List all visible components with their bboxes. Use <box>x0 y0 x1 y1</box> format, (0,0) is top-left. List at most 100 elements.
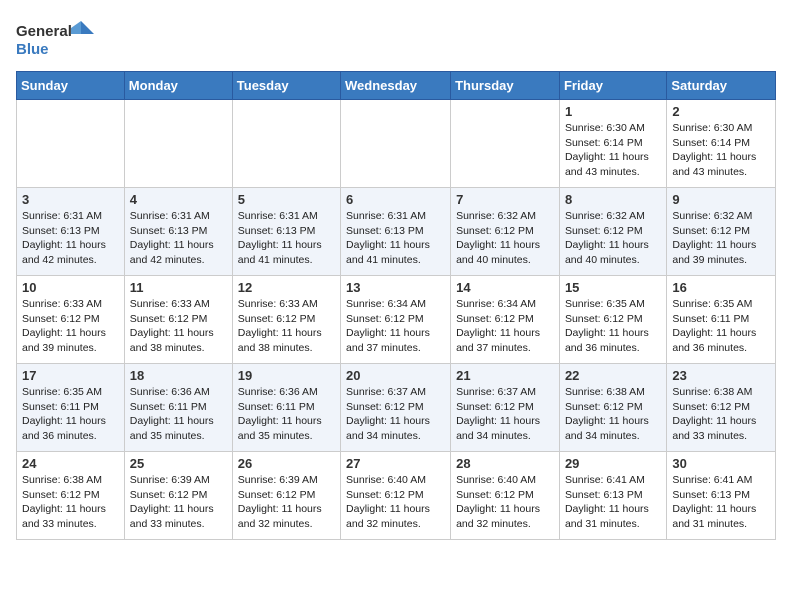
weekday-header-wednesday: Wednesday <box>341 72 451 100</box>
calendar-table: SundayMondayTuesdayWednesdayThursdayFrid… <box>16 71 776 540</box>
calendar-cell: 14 Sunrise: 6:34 AM Sunset: 6:12 PM Dayli… <box>451 276 560 364</box>
calendar-cell: 7Sunrise: 6:32 AM Sunset: 6:12 PM Daylig… <box>451 188 560 276</box>
day-info: Sunrise: 6:39 AM Sunset: 6:12 PM Dayligh… <box>130 473 227 532</box>
day-info: Sunrise: 6:41 AM Sunset: 6:13 PM Dayligh… <box>565 473 661 532</box>
day-number: 2 <box>672 104 770 119</box>
day-number: 20 <box>346 368 445 383</box>
weekday-header-tuesday: Tuesday <box>232 72 340 100</box>
day-number: 19 <box>238 368 335 383</box>
day-number: 17 <box>22 368 119 383</box>
day-info: Sunrise: 6:39 AM Sunset: 6:12 PM Dayligh… <box>238 473 335 532</box>
page-header: GeneralBlue <box>16 16 776 61</box>
calendar-cell: 25 Sunrise: 6:39 AM Sunset: 6:12 PM Dayli… <box>124 452 232 540</box>
day-number: 30 <box>672 456 770 471</box>
logo: GeneralBlue <box>16 16 96 61</box>
calendar-cell: 2 Sunrise: 6:30 AM Sunset: 6:14 PM Daylig… <box>667 100 776 188</box>
calendar-cell: 26 Sunrise: 6:39 AM Sunset: 6:12 PM Dayli… <box>232 452 340 540</box>
day-info: Sunrise: 6:31 AM Sunset: 6:13 PM Dayligh… <box>130 209 227 268</box>
day-number: 28 <box>456 456 554 471</box>
calendar-week-row: 17 Sunrise: 6:35 AM Sunset: 6:11 PM Dayli… <box>17 364 776 452</box>
day-number: 24 <box>22 456 119 471</box>
calendar-cell: 24 Sunrise: 6:38 AM Sunset: 6:12 PM Dayli… <box>17 452 125 540</box>
logo-svg: GeneralBlue <box>16 16 96 61</box>
day-number: 10 <box>22 280 119 295</box>
day-info: Sunrise: 6:33 AM Sunset: 6:12 PM Dayligh… <box>130 297 227 356</box>
day-number: 7 <box>456 192 554 207</box>
svg-text:Blue: Blue <box>16 41 49 58</box>
calendar-cell: 20 Sunrise: 6:37 AM Sunset: 6:12 PM Dayli… <box>341 364 451 452</box>
day-info: Sunrise: 6:38 AM Sunset: 6:12 PM Dayligh… <box>565 385 661 444</box>
day-info: Sunrise: 6:37 AM Sunset: 6:12 PM Dayligh… <box>346 385 445 444</box>
day-number: 5 <box>238 192 335 207</box>
day-info: Sunrise: 6:33 AM Sunset: 6:12 PM Dayligh… <box>238 297 335 356</box>
day-number: 1 <box>565 104 661 119</box>
day-number: 23 <box>672 368 770 383</box>
calendar-cell <box>232 100 340 188</box>
day-info: Sunrise: 6:30 AM Sunset: 6:14 PM Dayligh… <box>565 121 661 180</box>
day-number: 4 <box>130 192 227 207</box>
calendar-cell <box>124 100 232 188</box>
calendar-cell: 12 Sunrise: 6:33 AM Sunset: 6:12 PM Dayli… <box>232 276 340 364</box>
weekday-header-monday: Monday <box>124 72 232 100</box>
day-info: Sunrise: 6:30 AM Sunset: 6:14 PM Dayligh… <box>672 121 770 180</box>
day-number: 8 <box>565 192 661 207</box>
day-info: Sunrise: 6:40 AM Sunset: 6:12 PM Dayligh… <box>346 473 445 532</box>
calendar-cell: 11 Sunrise: 6:33 AM Sunset: 6:12 PM Dayli… <box>124 276 232 364</box>
day-number: 12 <box>238 280 335 295</box>
day-info: Sunrise: 6:31 AM Sunset: 6:13 PM Dayligh… <box>238 209 335 268</box>
day-info: Sunrise: 6:40 AM Sunset: 6:12 PM Dayligh… <box>456 473 554 532</box>
calendar-cell: 30Sunrise: 6:41 AM Sunset: 6:13 PM Dayli… <box>667 452 776 540</box>
day-number: 11 <box>130 280 227 295</box>
day-number: 27 <box>346 456 445 471</box>
day-number: 21 <box>456 368 554 383</box>
calendar-week-row: 1 Sunrise: 6:30 AM Sunset: 6:14 PM Daylig… <box>17 100 776 188</box>
svg-text:General: General <box>16 23 72 40</box>
day-number: 3 <box>22 192 119 207</box>
weekday-header-thursday: Thursday <box>451 72 560 100</box>
calendar-cell: 21Sunrise: 6:37 AM Sunset: 6:12 PM Dayli… <box>451 364 560 452</box>
day-info: Sunrise: 6:35 AM Sunset: 6:11 PM Dayligh… <box>672 297 770 356</box>
calendar-cell: 18 Sunrise: 6:36 AM Sunset: 6:11 PM Dayli… <box>124 364 232 452</box>
day-number: 9 <box>672 192 770 207</box>
day-info: Sunrise: 6:31 AM Sunset: 6:13 PM Dayligh… <box>22 209 119 268</box>
day-number: 18 <box>130 368 227 383</box>
calendar-cell: 8Sunrise: 6:32 AM Sunset: 6:12 PM Daylig… <box>559 188 666 276</box>
calendar-cell: 1 Sunrise: 6:30 AM Sunset: 6:14 PM Daylig… <box>559 100 666 188</box>
weekday-header-sunday: Sunday <box>17 72 125 100</box>
day-info: Sunrise: 6:34 AM Sunset: 6:12 PM Dayligh… <box>346 297 445 356</box>
calendar-cell: 3 Sunrise: 6:31 AM Sunset: 6:13 PM Daylig… <box>17 188 125 276</box>
calendar-cell: 22Sunrise: 6:38 AM Sunset: 6:12 PM Dayli… <box>559 364 666 452</box>
calendar-cell: 13 Sunrise: 6:34 AM Sunset: 6:12 PM Dayli… <box>341 276 451 364</box>
day-info: Sunrise: 6:32 AM Sunset: 6:12 PM Dayligh… <box>672 209 770 268</box>
calendar-cell: 9 Sunrise: 6:32 AM Sunset: 6:12 PM Daylig… <box>667 188 776 276</box>
calendar-cell: 29 Sunrise: 6:41 AM Sunset: 6:13 PM Dayli… <box>559 452 666 540</box>
day-info: Sunrise: 6:38 AM Sunset: 6:12 PM Dayligh… <box>22 473 119 532</box>
day-number: 26 <box>238 456 335 471</box>
calendar-cell: 28 Sunrise: 6:40 AM Sunset: 6:12 PM Dayli… <box>451 452 560 540</box>
calendar-cell: 23 Sunrise: 6:38 AM Sunset: 6:12 PM Dayli… <box>667 364 776 452</box>
weekday-header-friday: Friday <box>559 72 666 100</box>
calendar-cell: 16 Sunrise: 6:35 AM Sunset: 6:11 PM Dayli… <box>667 276 776 364</box>
calendar-cell: 10 Sunrise: 6:33 AM Sunset: 6:12 PM Dayli… <box>17 276 125 364</box>
weekday-header-saturday: Saturday <box>667 72 776 100</box>
calendar-cell: 19Sunrise: 6:36 AM Sunset: 6:11 PM Dayli… <box>232 364 340 452</box>
weekday-header-row: SundayMondayTuesdayWednesdayThursdayFrid… <box>17 72 776 100</box>
day-info: Sunrise: 6:35 AM Sunset: 6:12 PM Dayligh… <box>565 297 661 356</box>
day-number: 14 <box>456 280 554 295</box>
calendar-cell: 5 Sunrise: 6:31 AM Sunset: 6:13 PM Daylig… <box>232 188 340 276</box>
day-info: Sunrise: 6:35 AM Sunset: 6:11 PM Dayligh… <box>22 385 119 444</box>
day-number: 6 <box>346 192 445 207</box>
day-info: Sunrise: 6:38 AM Sunset: 6:12 PM Dayligh… <box>672 385 770 444</box>
day-info: Sunrise: 6:34 AM Sunset: 6:12 PM Dayligh… <box>456 297 554 356</box>
calendar-cell: 27 Sunrise: 6:40 AM Sunset: 6:12 PM Dayli… <box>341 452 451 540</box>
day-number: 16 <box>672 280 770 295</box>
calendar-week-row: 3 Sunrise: 6:31 AM Sunset: 6:13 PM Daylig… <box>17 188 776 276</box>
day-number: 25 <box>130 456 227 471</box>
day-info: Sunrise: 6:33 AM Sunset: 6:12 PM Dayligh… <box>22 297 119 356</box>
calendar-cell <box>17 100 125 188</box>
calendar-cell: 17 Sunrise: 6:35 AM Sunset: 6:11 PM Dayli… <box>17 364 125 452</box>
day-info: Sunrise: 6:36 AM Sunset: 6:11 PM Dayligh… <box>130 385 227 444</box>
day-number: 29 <box>565 456 661 471</box>
day-number: 13 <box>346 280 445 295</box>
calendar-week-row: 24 Sunrise: 6:38 AM Sunset: 6:12 PM Dayli… <box>17 452 776 540</box>
